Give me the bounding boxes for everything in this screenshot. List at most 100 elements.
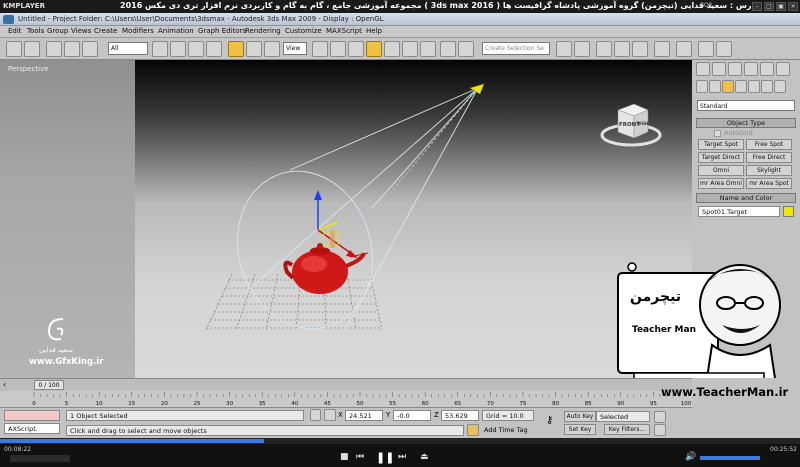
light-category-dropdown[interactable]: Standard	[697, 100, 795, 111]
snap-toggle-icon[interactable]	[366, 41, 382, 57]
render-production-icon[interactable]	[716, 41, 732, 57]
skylight-button[interactable]: Skylight	[746, 165, 792, 176]
menu-animation[interactable]: Animation	[158, 27, 194, 35]
keyboard-shortcut-icon[interactable]	[348, 41, 364, 57]
menu-customize[interactable]: Customize	[285, 27, 322, 35]
rendered-frame-window-icon[interactable]	[698, 41, 714, 57]
undo-icon[interactable]	[6, 41, 22, 57]
rectangular-selection-icon[interactable]	[188, 41, 204, 57]
y-coordinate-field[interactable]: -0.0	[393, 410, 431, 421]
align-icon[interactable]	[574, 41, 590, 57]
maxscript-mini-input[interactable]: AXScript.	[4, 423, 60, 434]
unlink-icon[interactable]	[64, 41, 80, 57]
schematic-view-icon[interactable]	[632, 41, 648, 57]
material-editor-icon[interactable]	[654, 41, 670, 57]
open-file-icon[interactable]: ⏏	[420, 452, 429, 462]
layer-manager-icon[interactable]	[596, 41, 612, 57]
pause-icon[interactable]: ❚❚	[376, 451, 394, 464]
menu-rendering[interactable]: Rendering	[245, 27, 281, 35]
mr-area-omni-button[interactable]: mr Area Omni	[698, 178, 744, 189]
box-label[interactable]: BOX	[700, 2, 712, 9]
lights-icon[interactable]	[722, 80, 734, 93]
select-and-scale-icon[interactable]	[264, 41, 280, 57]
maximize-icon[interactable]: □	[764, 2, 774, 11]
menu-modifiers[interactable]: Modifiers	[122, 27, 154, 35]
shapes-icon[interactable]	[709, 80, 721, 93]
time-slider[interactable]: 0 / 100 ‹	[0, 378, 692, 391]
absolute-mode-icon[interactable]	[324, 409, 336, 421]
track-bar[interactable]: 0 5 10 15 20 25 30 35 40 45 50 55 60 65 70 75 80 85 90 95 10…	[0, 391, 692, 408]
key-mode-icon[interactable]: ⚷	[546, 415, 553, 426]
fullscreen-icon[interactable]: ▣	[776, 2, 786, 11]
space-warps-icon[interactable]	[761, 80, 773, 93]
free-direct-button[interactable]: Free Direct	[746, 152, 792, 163]
helpers-icon[interactable]	[748, 80, 760, 93]
omni-button[interactable]: Omni	[698, 165, 744, 176]
autogrid-checkbox[interactable]	[714, 130, 721, 137]
object-color-swatch[interactable]	[783, 206, 794, 217]
geometry-icon[interactable]	[696, 80, 708, 93]
create-tab-icon[interactable]	[696, 62, 710, 76]
window-crossing-icon[interactable]	[206, 41, 222, 57]
previous-icon[interactable]: ⏮	[356, 452, 364, 462]
reference-coordinate-dropdown[interactable]: View	[283, 42, 307, 55]
stop-icon[interactable]: ■	[340, 452, 349, 462]
menu-views[interactable]: Views	[71, 27, 91, 35]
key-mode-toggle-icon[interactable]	[654, 424, 666, 436]
pivot-center-icon[interactable]	[312, 41, 328, 57]
set-key-button[interactable]: Set Key	[564, 424, 596, 435]
spinner-snap-icon[interactable]	[420, 41, 436, 57]
name-and-color-rollout-header[interactable]: Name and Color	[696, 193, 796, 203]
menu-help[interactable]: Help	[366, 27, 382, 35]
bind-space-warp-icon[interactable]	[82, 41, 98, 57]
menu-maxscript[interactable]: MAXScript	[326, 27, 362, 35]
selection-filter-dropdown[interactable]: All	[108, 42, 148, 55]
target-spot-button[interactable]: Target Spot	[698, 139, 744, 150]
x-coordinate-field[interactable]: 24.521	[345, 410, 383, 421]
object-type-rollout-header[interactable]: Object Type	[696, 118, 796, 128]
edit-named-selection-icon[interactable]	[440, 41, 456, 57]
menu-group[interactable]: Group	[47, 27, 68, 35]
object-name-field[interactable]: Spot01.Target	[698, 206, 780, 217]
percent-snap-icon[interactable]	[402, 41, 418, 57]
modify-tab-icon[interactable]	[712, 62, 726, 76]
slider-left-arrow-icon[interactable]: ‹	[3, 380, 6, 389]
mr-area-spot-button[interactable]: mr Area Spot	[746, 178, 792, 189]
add-time-tag-button[interactable]: Add Time Tag	[484, 426, 528, 434]
select-and-manipulate-icon[interactable]	[330, 41, 346, 57]
systems-icon[interactable]	[774, 80, 786, 93]
volume-bar[interactable]	[700, 456, 760, 460]
key-filter-selected-dropdown[interactable]: Selected	[596, 411, 650, 422]
utilities-tab-icon[interactable]	[776, 62, 790, 76]
menu-edit[interactable]: Edit	[8, 27, 22, 35]
display-tab-icon[interactable]	[760, 62, 774, 76]
close-icon[interactable]: ×	[788, 2, 798, 11]
menu-tools[interactable]: Tools	[27, 27, 44, 35]
menu-create[interactable]: Create	[94, 27, 117, 35]
select-and-rotate-icon[interactable]	[246, 41, 262, 57]
hierarchy-tab-icon[interactable]	[728, 62, 742, 76]
redo-icon[interactable]	[24, 41, 40, 57]
z-coordinate-field[interactable]: 53.629	[441, 410, 479, 421]
auto-key-button[interactable]: Auto Key	[564, 411, 596, 422]
named-selection-set-input[interactable]: Create Selection Se	[482, 42, 550, 55]
select-object-icon[interactable]	[152, 41, 168, 57]
select-link-icon[interactable]	[46, 41, 62, 57]
cameras-icon[interactable]	[735, 80, 747, 93]
minimize-icon[interactable]: –	[752, 2, 762, 11]
next-icon[interactable]: ⏭	[398, 452, 406, 462]
selection-lock-icon[interactable]	[310, 409, 321, 421]
maxscript-listener-mini[interactable]	[4, 410, 60, 421]
go-to-start-icon[interactable]	[654, 411, 666, 423]
volume-icon[interactable]: 🔊	[685, 452, 696, 462]
motion-tab-icon[interactable]	[744, 62, 758, 76]
seek-bar[interactable]	[0, 438, 800, 444]
mirror-icon[interactable]	[458, 41, 474, 57]
select-by-name-icon[interactable]	[170, 41, 186, 57]
target-direct-button[interactable]: Target Direct	[698, 152, 744, 163]
mirror-tool-icon[interactable]	[556, 41, 572, 57]
time-tag-icon[interactable]	[467, 424, 479, 436]
select-and-move-icon[interactable]	[228, 41, 244, 57]
viewcube[interactable]: FRONT RIGHT	[600, 100, 662, 150]
key-filters-button[interactable]: Key Filters...	[604, 424, 650, 435]
